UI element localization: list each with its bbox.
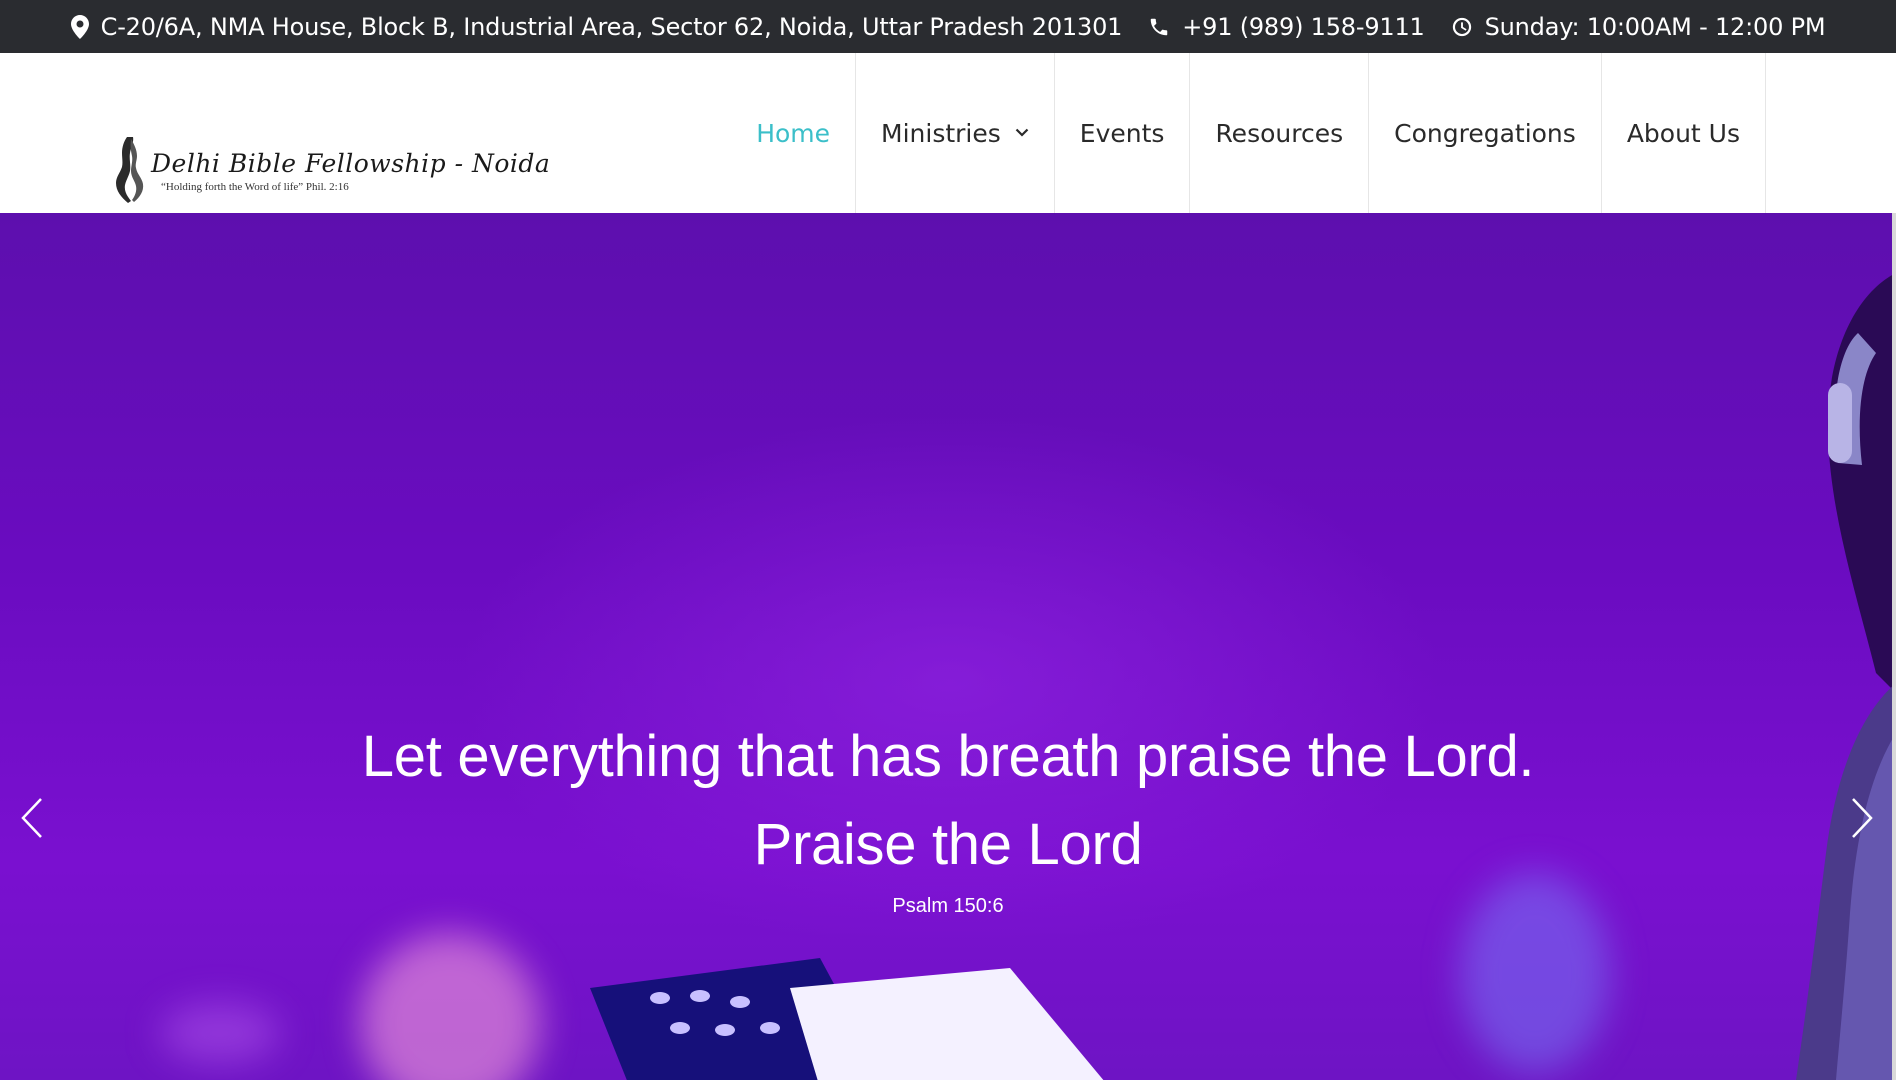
nav-item-congregations[interactable]: Congregations — [1369, 53, 1602, 213]
chevron-right-icon — [1850, 797, 1874, 839]
hero-verse-line-2: Praise the Lord — [753, 812, 1143, 877]
slider-next-button[interactable] — [1842, 788, 1882, 848]
nav-item-ministries[interactable]: Ministries — [856, 53, 1055, 213]
hero-verse-reference: Psalm 150:6 — [892, 895, 1004, 917]
nav-label: Congregations — [1394, 118, 1576, 148]
hero-verse-line-1: Let everything that has breath praise th… — [361, 724, 1535, 789]
clock-icon — [1451, 16, 1473, 38]
nav-label: Ministries — [881, 118, 1001, 148]
hero-caption: Let everything that has breath praise th… — [0, 713, 1896, 918]
chevron-down-icon — [1015, 128, 1029, 138]
music-stand-image — [590, 958, 1104, 1080]
praying-hands-icon — [113, 135, 147, 209]
nav-item-events[interactable]: Events — [1055, 53, 1191, 213]
phone-text[interactable]: +91 (989) 158-9111 — [1182, 13, 1425, 41]
nav-label: Events — [1079, 118, 1165, 148]
bokeh-light — [160, 1003, 280, 1063]
address-text: C-20/6A, NMA House, Block B, Industrial … — [100, 12, 1123, 41]
nav-label: About Us — [1626, 118, 1740, 148]
map-pin-icon — [70, 14, 89, 39]
page-scrollbar[interactable] — [1892, 213, 1896, 1080]
site-header: Delhi Bible Fellowship - Noida “Holding … — [0, 53, 1896, 213]
nav-label: Home — [756, 118, 831, 148]
address-info: C-20/6A, NMA House, Block B, Industrial … — [70, 12, 1123, 41]
logo-title: Delhi Bible Fellowship - Noida — [151, 149, 551, 178]
performer-image — [1796, 273, 1896, 1080]
chevron-left-icon — [20, 797, 44, 839]
phone-info[interactable]: +91 (989) 158-9111 — [1148, 13, 1425, 41]
nav-item-home[interactable]: Home — [731, 53, 857, 213]
logo-tagline: “Holding forth the Word of life” Phil. 2… — [161, 181, 349, 193]
phone-icon — [1148, 16, 1170, 38]
bokeh-light — [360, 933, 540, 1080]
site-logo[interactable]: Delhi Bible Fellowship - Noida “Holding … — [113, 93, 550, 223]
hero-slider: Let everything that has breath praise th… — [0, 213, 1896, 1080]
slider-prev-button[interactable] — [12, 788, 52, 848]
nav-item-resources[interactable]: Resources — [1190, 53, 1370, 213]
nav-item-about-us[interactable]: About Us — [1602, 53, 1766, 213]
nav-label: Resources — [1215, 118, 1344, 148]
hours-info: Sunday: 10:00AM - 12:00 PM — [1451, 13, 1826, 41]
hours-text: Sunday: 10:00AM - 12:00 PM — [1484, 12, 1826, 41]
main-navigation: Home Ministries Events Resources Congreg… — [731, 53, 1766, 213]
top-info-bar: C-20/6A, NMA House, Block B, Industrial … — [0, 0, 1896, 53]
